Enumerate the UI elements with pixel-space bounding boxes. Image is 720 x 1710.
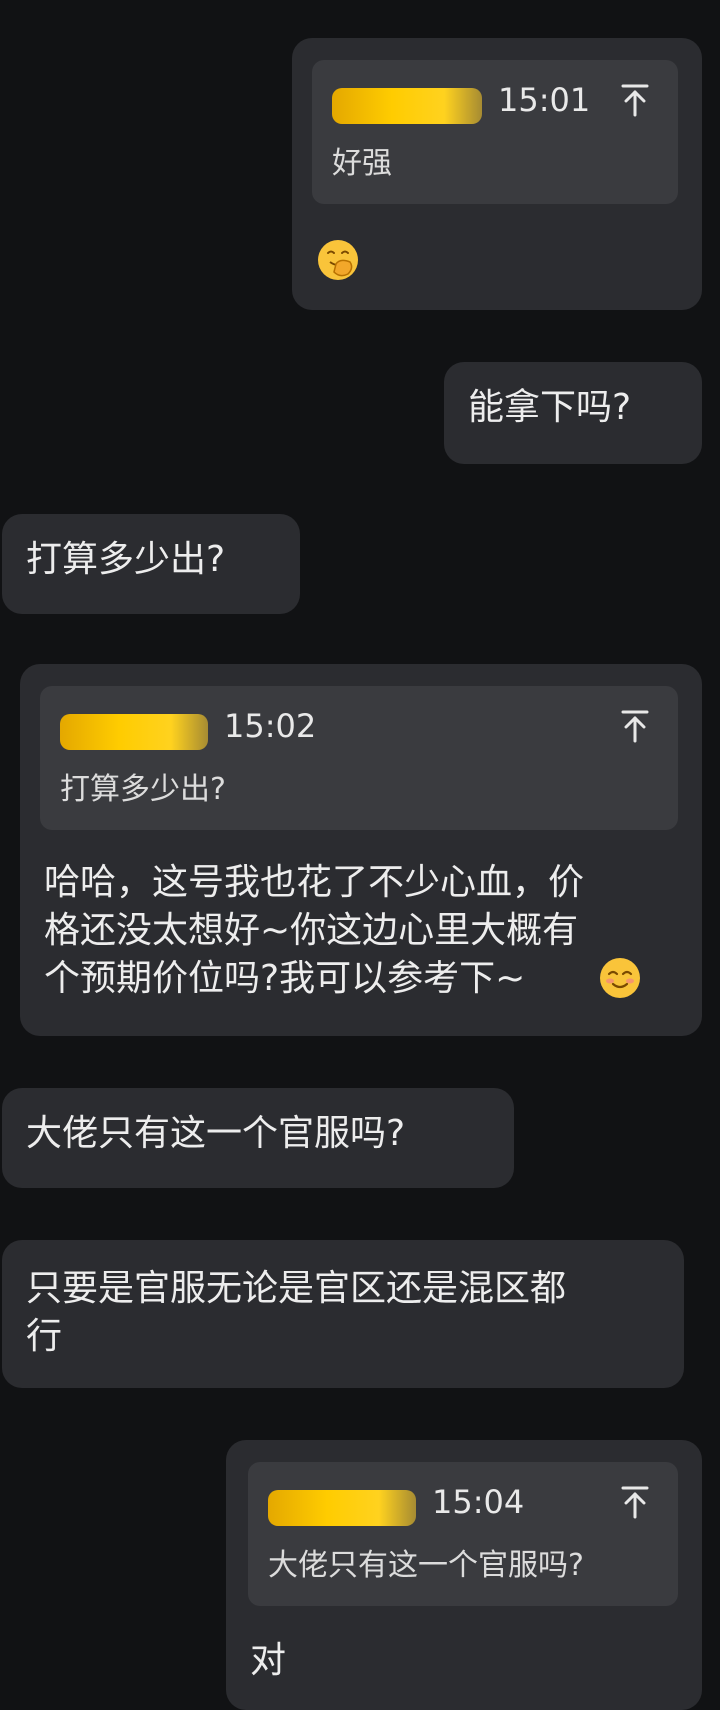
quote-timestamp: 15:04 — [432, 1483, 525, 1521]
message-text: 能拿下吗? — [468, 387, 632, 428]
quote-timestamp: 15:02 — [224, 707, 317, 745]
jump-to-message-icon[interactable] — [620, 82, 650, 118]
reply-text: 对 — [250, 1640, 287, 1681]
reply-line-2: 格还没太想好~你这边心里大概有 — [44, 910, 579, 951]
message-line-1: 只要是官服无论是官区还是混区都 — [26, 1268, 567, 1309]
message-bubble-quote-3[interactable]: 15:04 大佬只有这一个官服吗? 对 — [226, 1440, 702, 1710]
message-bubble-incoming[interactable]: 大佬只有这一个官服吗? — [2, 1088, 514, 1188]
reply-line-1: 哈哈，这号我也花了不少心血，价 — [44, 862, 585, 903]
message-bubble-incoming[interactable]: 只要是官服无论是官区还是混区都 行 — [2, 1240, 684, 1388]
message-bubble-outgoing[interactable]: 能拿下吗? — [444, 362, 702, 464]
smiling-face-emoji — [600, 958, 640, 998]
quote-timestamp: 15:01 — [498, 81, 591, 119]
message-line-2: 行 — [26, 1316, 63, 1357]
redacted-username — [60, 714, 208, 750]
quoted-message[interactable]: 15:01 好强 — [312, 60, 678, 204]
jump-to-message-icon[interactable] — [620, 1484, 650, 1520]
quote-text: 好强 — [332, 146, 392, 181]
message-text: 打算多少出? — [26, 539, 226, 580]
quote-text: 打算多少出? — [60, 772, 226, 807]
message-text: 大佬只有这一个官服吗? — [26, 1113, 406, 1154]
message-bubble-incoming[interactable]: 打算多少出? — [2, 514, 300, 614]
quoted-message[interactable]: 15:02 打算多少出? — [40, 686, 678, 830]
hand-over-mouth-emoji — [318, 240, 358, 280]
quoted-message[interactable]: 15:04 大佬只有这一个官服吗? — [248, 1462, 678, 1606]
message-bubble-quote-2[interactable]: 15:02 打算多少出? 哈哈，这号我也花了不少心血，价 格还没太想好~你这边心… — [20, 664, 702, 1036]
jump-to-message-icon[interactable] — [620, 708, 650, 744]
quote-text: 大佬只有这一个官服吗? — [268, 1548, 584, 1583]
message-bubble-quote-1[interactable]: 15:01 好强 — [292, 38, 702, 310]
reply-line-3: 个预期价位吗?我可以参考下~ — [44, 958, 526, 999]
redacted-username — [332, 88, 482, 124]
redacted-username — [268, 1490, 416, 1526]
